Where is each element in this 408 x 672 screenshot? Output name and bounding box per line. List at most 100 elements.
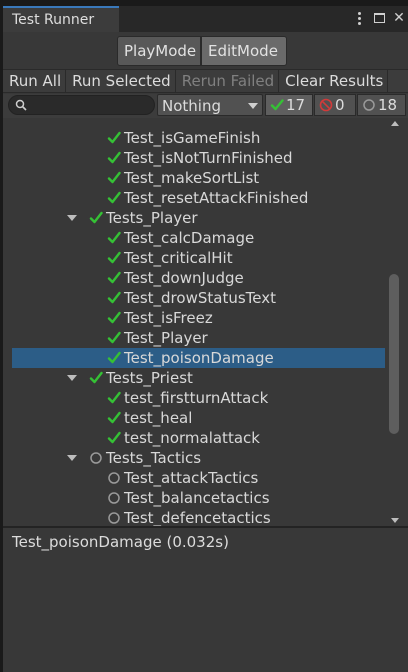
not-run-icon [108,512,120,524]
mode-switch: PlayMode EditMode [3,34,408,68]
not-run-icon [108,472,120,484]
expand-arrow-icon[interactable] [67,215,77,221]
rerun-failed-button: Rerun Failed [176,70,280,92]
test-case-row[interactable]: test_firstturnAttack [3,388,385,408]
test-case-row[interactable]: test_normalattack [3,428,385,448]
test-fixture-row[interactable]: Tests_Player [3,208,385,228]
passed-count: 17 [286,96,306,114]
test-name-label: Tests_Player [106,209,198,227]
filter-bar: Nothing 17 0 18 [3,94,408,118]
run-all-button[interactable]: Run All [3,70,67,92]
test-name-label: test_heal [124,409,193,427]
expand-arrow-icon[interactable] [67,455,77,461]
tab-bar: Test Runner ✕ [3,6,408,32]
passed-check-icon [270,99,284,111]
passed-check-icon [107,391,121,404]
passed-check-icon [107,351,121,364]
tree-scrollbar[interactable] [387,118,403,526]
test-name-label: Test_downJudge [124,269,244,287]
tab-test-runner[interactable]: Test Runner [3,6,119,32]
not-run-icon [90,452,102,464]
more-options-icon[interactable] [352,10,366,26]
not-run-icon [108,492,120,504]
test-name-label: Test_drowStatusText [124,289,276,307]
test-fixture-row[interactable]: Tests_Tactics [3,448,385,468]
test-details-panel: Test_poisonDamage (0.032s) [3,528,408,672]
test-case-row[interactable]: Test_resetAttackFinished [3,188,385,208]
scrollbar-thumb[interactable] [389,274,399,434]
test-case-row[interactable]: Test_balancetactics [3,488,385,508]
passed-check-icon [107,331,121,344]
window-controls: ✕ [352,10,406,26]
test-case-row[interactable]: Test_attackTactics [3,468,385,488]
scroll-down-icon[interactable] [391,518,399,523]
test-case-row[interactable]: Test_criticalHit [3,248,385,268]
failed-filter-toggle[interactable]: 0 [314,94,356,116]
test-name-label: Test_calcDamage [124,229,255,247]
test-case-row[interactable]: Test_drowStatusText [3,288,385,308]
test-case-row[interactable]: Test_calcDamage [3,228,385,248]
test-name-label: Test_resetAttackFinished [124,189,309,207]
test-case-row[interactable]: Test_defencetactics [3,508,385,526]
clear-results-button[interactable]: Clear Results [279,70,389,92]
test-name-label: Tests_Priest [106,369,193,387]
test-name-label: Test_isGameFinish [124,129,261,147]
test-case-row[interactable]: Test_poisonDamage [12,348,385,368]
test-name-label: Test_balancetactics [124,489,270,507]
passed-filter-toggle[interactable]: 17 [265,94,313,116]
test-tree: Test_isGameFinish Test_isNotTurnFinished T… [3,118,408,526]
passed-check-icon [107,271,121,284]
test-name-label: Test_criticalHit [124,249,233,267]
passed-check-icon [107,171,121,184]
not-run-icon [363,99,375,111]
test-name-label: test_firstturnAttack [124,389,269,407]
test-case-row[interactable]: Test_makeSortList [3,168,385,188]
test-name-label: Test_defencetactics [124,509,271,526]
test-case-row[interactable]: test_heal [3,408,385,428]
passed-check-icon [107,231,121,244]
test-name-label: Test_poisonDamage [124,349,274,367]
test-runner-window: Test Runner ✕ PlayMode EditMode Run All … [3,6,408,672]
passed-check-icon [107,431,121,444]
test-name-label: Test_isFreez [124,309,213,327]
test-case-row[interactable]: Test_isFreez [3,308,385,328]
scroll-up-icon[interactable] [391,121,399,126]
category-dropdown[interactable]: Nothing [157,94,263,116]
passed-check-icon [107,291,121,304]
passed-check-icon [107,311,121,324]
expand-arrow-icon[interactable] [67,375,77,381]
test-case-row[interactable]: Test_isGameFinish [3,128,385,148]
test-name-label: Tests_Tactics [106,449,202,467]
passed-check-icon [107,191,121,204]
test-fixture-row[interactable]: Tests_Priest [3,368,385,388]
run-selected-button[interactable]: Run Selected [66,70,176,92]
test-case-row[interactable]: Test_downJudge [3,268,385,288]
dropdown-arrow-icon [248,103,258,109]
test-name-label: Test_makeSortList [124,169,260,187]
test-case-row[interactable]: Test_Player [3,328,385,348]
editmode-tab[interactable]: EditMode [201,36,287,66]
passed-check-icon [107,251,121,264]
test-name-label: test_normalattack [124,429,260,447]
toolbar: Run All Run Selected Rerun Failed Clear … [3,69,408,93]
search-input[interactable] [8,95,155,115]
test-result-text: Test_poisonDamage (0.032s) [12,533,229,551]
failed-count: 0 [335,96,345,114]
passed-check-icon [107,151,121,164]
playmode-tab[interactable]: PlayMode [117,36,201,66]
passed-check-icon [89,371,103,384]
test-case-row[interactable]: Test_isNotTurnFinished [3,148,385,168]
passed-check-icon [107,411,121,424]
category-dropdown-value: Nothing [162,97,221,115]
failed-icon [319,98,333,112]
passed-check-icon [107,131,121,144]
test-name-label: Test_Player [124,329,208,347]
not-run-filter-toggle[interactable]: 18 [357,94,406,116]
close-icon[interactable]: ✕ [392,10,406,26]
not-run-count: 18 [378,96,398,114]
maximize-icon[interactable] [372,10,386,26]
test-name-label: Test_attackTactics [124,469,259,487]
search-icon [15,99,27,111]
test-name-label: Test_isNotTurnFinished [124,149,293,167]
passed-check-icon [89,211,103,224]
